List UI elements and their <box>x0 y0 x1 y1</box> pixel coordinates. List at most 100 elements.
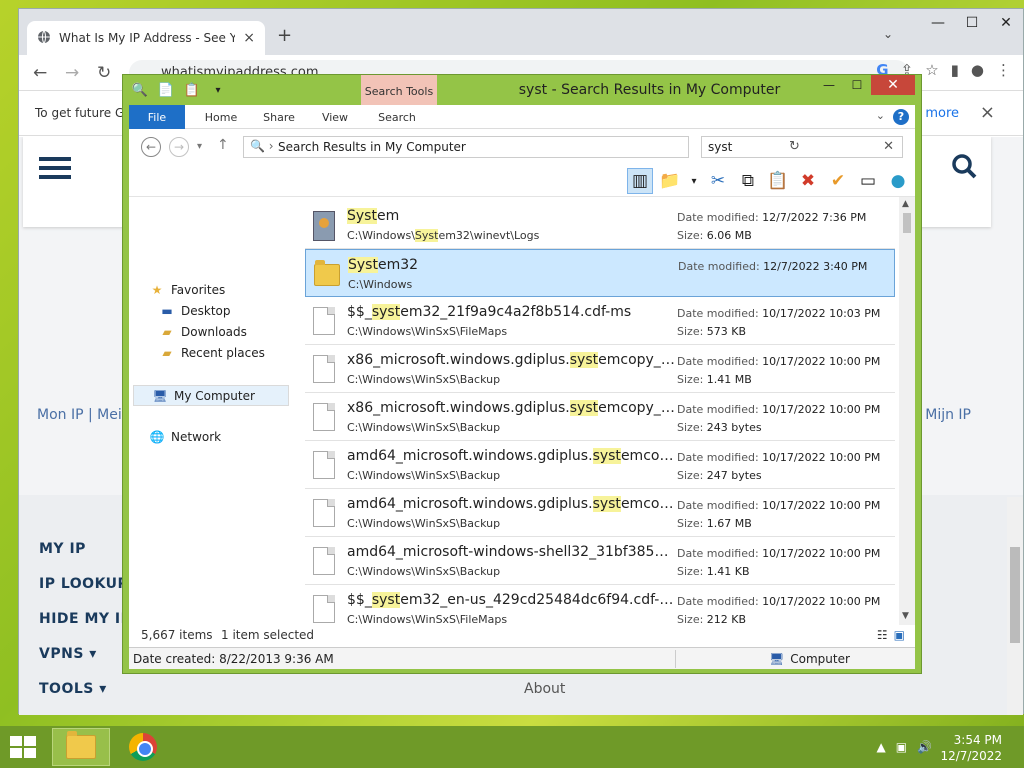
cut-icon[interactable]: ✂ <box>705 168 731 194</box>
footer-ip-lookup[interactable]: IP LOOKUP <box>39 576 128 592</box>
ribbon-expand-icon[interactable]: ⌄ <box>876 109 885 122</box>
paste-icon[interactable]: 📋 <box>765 168 791 194</box>
bookmark-star-icon[interactable]: ☆ <box>925 61 938 79</box>
nav-desktop[interactable]: ▬ Desktop <box>159 304 231 318</box>
maximize-button[interactable]: ☐ <box>955 9 989 37</box>
results-scrollbar[interactable]: ▲ ▼ <box>899 197 915 625</box>
list-item[interactable]: $$_system32_21f9a9c4a2f8b514.cdf-ms C:\W… <box>305 297 895 345</box>
language-link-dutch[interactable]: Mijn IP <box>925 407 971 423</box>
page-scrollbar-thumb[interactable] <box>1010 547 1020 643</box>
list-item[interactable]: amd64_microsoft.windows.gdiplus.systemco… <box>305 441 895 489</box>
list-item[interactable]: System C:\Windows\System32\winevt\Logs D… <box>305 201 895 249</box>
language-links[interactable]: Mon IP | Mei <box>37 407 122 423</box>
scroll-down-icon[interactable]: ▼ <box>902 611 909 621</box>
menu-kebab-icon[interactable]: ⋮ <box>996 61 1011 79</box>
rename-icon[interactable]: ▭ <box>855 168 881 194</box>
explorer-titlebar: 🔍 📄 📋 ▾ Search Tools syst - Search Resul… <box>123 75 921 105</box>
list-item[interactable]: $$_system32_en-us_429cd25484dc6f94.cdf-m… <box>305 585 895 625</box>
location-computer: 🖥 Computer <box>769 652 850 666</box>
taskbar-chrome[interactable] <box>114 728 172 766</box>
show-hidden-icons[interactable]: ▲ <box>876 740 885 754</box>
nav-recent-places[interactable]: ▰ Recent places <box>159 346 264 360</box>
browser-tab[interactable]: What Is My IP Address - See You × <box>27 21 265 55</box>
explorer-window-controls: — ☐ ✕ <box>815 75 915 95</box>
details-view-icon[interactable]: ☷ <box>877 628 888 642</box>
minimize-button[interactable]: — <box>921 9 955 37</box>
clear-search-icon[interactable]: ✕ <box>883 139 894 154</box>
infobar-close-icon[interactable]: × <box>980 102 995 123</box>
nav-network[interactable]: 🌐 Network <box>149 430 222 444</box>
footer-about[interactable]: About <box>524 681 565 697</box>
large-icons-view-icon[interactable]: ▣ <box>894 628 905 642</box>
tab-close-icon[interactable]: × <box>243 30 255 46</box>
close-button[interactable]: ✕ <box>871 75 915 95</box>
footer-my-ip[interactable]: MY IP <box>39 541 86 557</box>
list-item[interactable]: x86_microsoft.windows.gdiplus.systemcopy… <box>305 345 895 393</box>
item-name: amd64_microsoft.windows.gdiplus.systemco… <box>347 496 677 512</box>
recent-locations-icon[interactable]: ▾ <box>197 141 202 152</box>
hamburger-menu-icon[interactable] <box>39 157 71 181</box>
network-icon[interactable]: ▣ <box>896 740 907 754</box>
list-item[interactable]: amd64_microsoft-windows-shell32_31bf3856… <box>305 537 895 585</box>
scrollbar-thumb[interactable] <box>903 213 911 233</box>
list-item[interactable]: x86_microsoft.windows.gdiplus.systemcopy… <box>305 393 895 441</box>
footer-vpns[interactable]: VPNS ▾ <box>39 646 97 662</box>
footer-hide-my-ip[interactable]: HIDE MY IP <box>39 611 131 627</box>
item-path: C:\Windows\WinSxS\Backup <box>347 517 501 530</box>
nav-downloads[interactable]: ▰ Downloads <box>159 325 247 339</box>
tab-file[interactable]: File <box>129 105 185 129</box>
item-size: Size: 1.41 MB <box>677 373 752 386</box>
tab-search[interactable]: Search <box>367 105 427 129</box>
chevron-down-icon[interactable]: ▾ <box>687 168 701 194</box>
maximize-button[interactable]: ☐ <box>843 75 871 95</box>
tab-home[interactable]: Home <box>195 105 247 129</box>
item-date: Date modified: 12/7/2022 7:36 PM <box>677 211 867 224</box>
list-item-selected[interactable]: System32 C:\Windows Date modified: 12/7/… <box>305 249 895 297</box>
nav-desktop-label: Desktop <box>181 304 231 318</box>
help-icon[interactable]: ? <box>893 109 909 125</box>
search-input[interactable]: syst ✕ <box>701 136 903 158</box>
globe-icon[interactable]: ● <box>885 168 911 194</box>
preview-pane-icon[interactable]: ▥ <box>627 168 653 194</box>
tab-view[interactable]: View <box>309 105 361 129</box>
profile-avatar-icon[interactable]: ● <box>971 61 984 79</box>
nav-favorites[interactable]: ★ Favorites <box>149 283 226 297</box>
item-name: amd64_microsoft.windows.gdiplus.systemco… <box>347 448 677 464</box>
recent-places-icon: ▰ <box>162 346 172 360</box>
list-item[interactable]: amd64_microsoft.windows.gdiplus.systemco… <box>305 489 895 537</box>
globe-icon <box>37 30 51 47</box>
taskbar-file-explorer[interactable] <box>52 728 110 766</box>
address-bar[interactable]: 🔍 › Search Results in My Computer <box>243 136 689 158</box>
tab-share[interactable]: Share <box>253 105 305 129</box>
clock[interactable]: 3:54 PM 12/7/2022 <box>940 732 1002 764</box>
address-row: ← → ▾ ↑ 🔍 › Search Results in My Compute… <box>129 129 915 165</box>
page-scrollbar[interactable] <box>1007 497 1023 715</box>
up-arrow-icon[interactable]: ↑ <box>217 137 229 153</box>
item-name: System32 <box>348 257 419 273</box>
tab-search-button[interactable]: ⌄ <box>883 27 893 41</box>
footer-tools[interactable]: TOOLS ▾ <box>39 681 107 697</box>
taskbar: ▲ ▣ 🔊 3:54 PM 12/7/2022 <box>0 726 1024 768</box>
reload-icon[interactable]: ↻ <box>97 63 111 83</box>
search-toolbar: ▥ 📁 ▾ ✂ ⧉ 📋 ✖ ✔ ▭ ● <box>129 165 915 197</box>
copy-icon[interactable]: ⧉ <box>735 168 761 194</box>
new-tab-button[interactable]: + <box>277 25 292 46</box>
scroll-up-icon[interactable]: ▲ <box>902 199 909 209</box>
minimize-button[interactable]: — <box>815 75 843 95</box>
sidebar-icon[interactable]: ▮ <box>951 61 959 79</box>
volume-icon[interactable]: 🔊 <box>917 740 932 754</box>
select-icon[interactable]: 📁 <box>657 168 683 194</box>
browser-window-controls: — ☐ ✕ <box>921 9 1023 37</box>
back-icon[interactable]: ← <box>33 63 47 83</box>
checkmark-icon[interactable]: ✔ <box>825 168 851 194</box>
back-button[interactable]: ← <box>141 137 161 157</box>
site-search-icon[interactable] <box>951 153 977 186</box>
windows-start-icon[interactable] <box>10 736 38 760</box>
nav-my-computer[interactable]: 🖥 My Computer <box>133 385 289 406</box>
close-button[interactable]: ✕ <box>989 9 1023 37</box>
forward-button[interactable]: → <box>169 137 189 157</box>
item-name: x86_microsoft.windows.gdiplus.systemcopy… <box>347 352 677 368</box>
date-created: Date created: 8/22/2013 9:36 AM <box>133 652 334 666</box>
delete-icon[interactable]: ✖ <box>795 168 821 194</box>
forward-icon[interactable]: → <box>65 63 79 83</box>
